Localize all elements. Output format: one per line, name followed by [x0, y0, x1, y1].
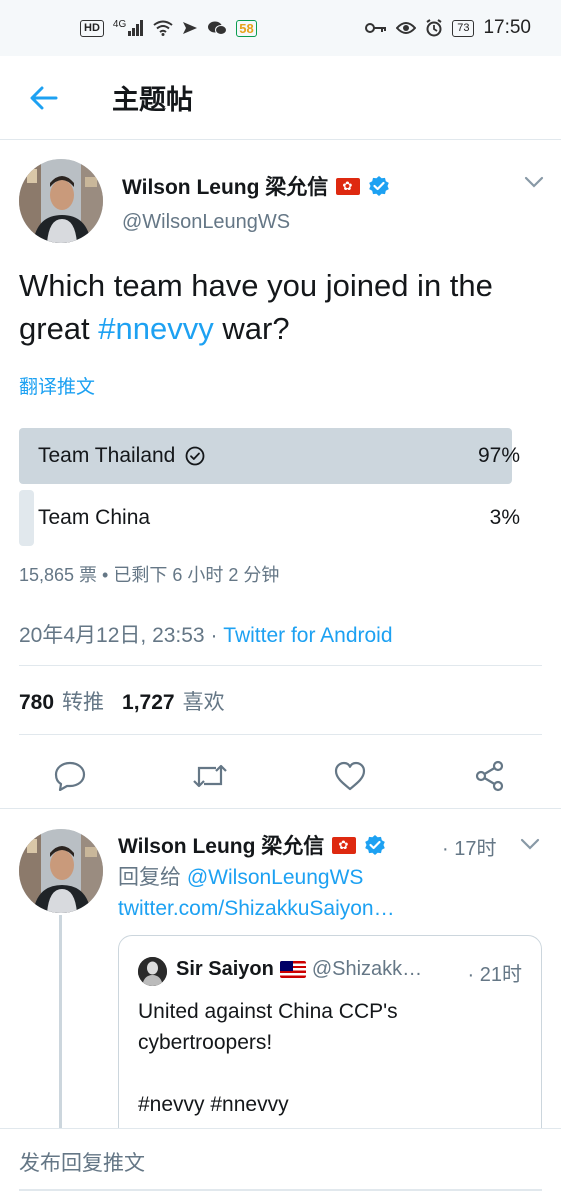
poll-bar — [19, 490, 35, 546]
tweet-text: Which team have you joined in the great … — [19, 264, 549, 350]
reply-button[interactable] — [50, 756, 90, 796]
quoted-author-name: Sir Saiyon — [176, 958, 274, 980]
retweet-icon — [193, 764, 227, 788]
wechat-icon — [208, 21, 228, 35]
quoted-author-avatar — [138, 957, 167, 986]
status-bar-right: 73 17:50 — [365, 17, 531, 39]
reply-icon — [54, 761, 86, 791]
reply-author-avatar[interactable] — [19, 829, 103, 913]
verified-badge-icon — [365, 835, 386, 855]
malaysia-flag-icon — [279, 961, 306, 978]
quoted-time: · 21时 — [467, 964, 522, 986]
retweets-label: 转推 — [62, 691, 105, 714]
top-app-bar: 主题帖 — [0, 56, 561, 140]
poll-option-percent: 97% — [477, 444, 520, 467]
reply-time: · 17时 — [442, 838, 497, 860]
back-arrow-icon — [30, 86, 58, 109]
clock: 17:50 — [483, 17, 531, 38]
signal-icon: 4G — [112, 19, 144, 36]
hd-indicator: HD — [80, 19, 104, 37]
poll-option-label: Team China — [38, 490, 150, 546]
share-icon — [475, 760, 504, 792]
key-icon — [365, 23, 387, 33]
tweet-actions — [0, 748, 561, 800]
alarm-icon — [426, 19, 442, 37]
likes-count: 1,727 — [122, 691, 175, 714]
reply-author-name: Wilson Leung 梁允信 — [118, 835, 325, 858]
author-handle[interactable]: @WilsonLeungWS — [122, 211, 290, 234]
avatar-photo-icon — [19, 829, 103, 913]
reply-options-chevron-icon[interactable] — [520, 837, 540, 851]
likes-stat[interactable]: 1,727 喜欢 — [122, 686, 225, 716]
battery-icon: 73 — [452, 19, 475, 37]
mention-link[interactable]: @WilsonLeungWS — [187, 866, 364, 889]
eye-icon — [396, 22, 417, 34]
status-bar-left: HD 4G 58 — [80, 19, 257, 37]
retweets-count: 780 — [19, 691, 55, 714]
back-button[interactable] — [14, 68, 74, 128]
poll-option-text: Team Thailand — [38, 444, 176, 467]
tweet-text-after: war? — [213, 311, 290, 346]
wifi-icon — [153, 20, 173, 36]
translate-tweet-link[interactable]: 翻译推文 — [19, 372, 95, 399]
poll-option-percent: 3% — [489, 506, 520, 529]
quoted-tweet[interactable]: Sir Saiyon @Shizakk… · 21时 United agains… — [118, 935, 542, 1145]
replying-to-prefix: 回复给 — [118, 866, 187, 889]
share-button[interactable] — [470, 756, 510, 796]
heart-icon — [334, 761, 366, 791]
tweet-datetime: 20年4月12日, 23:53 · — [19, 624, 224, 647]
quoted-text: United against China CCP's cybertroopers… — [138, 1000, 398, 1116]
author-name: Wilson Leung 梁允信 — [122, 176, 329, 199]
avatar-photo-icon — [138, 957, 167, 986]
poll-vote-count: 15,865 票 • 已剩下 6 小时 2 分钟 — [19, 565, 280, 585]
avatar-photo-icon — [19, 159, 103, 243]
likes-label: 喜欢 — [182, 691, 225, 714]
replying-to: 回复给 @WilsonLeungWS — [118, 861, 363, 891]
page-title: 主题帖 — [112, 85, 193, 115]
poll-option-text: Team China — [38, 506, 151, 529]
divider — [19, 734, 542, 735]
retweet-button[interactable] — [190, 756, 230, 796]
poll-option-team-china: Team China 3% — [19, 490, 527, 546]
reply-url-link[interactable]: twitter.com/ShizakkuSaiyon… — [118, 897, 395, 921]
retweets-stat[interactable]: 780 转推 — [19, 686, 104, 716]
author-name-row[interactable]: Wilson Leung 梁允信 — [122, 171, 390, 201]
reply-input[interactable] — [19, 1139, 542, 1191]
quoted-author-row: Sir Saiyon @Shizakk… — [176, 958, 422, 981]
network-type: 4G — [112, 19, 127, 30]
verified-badge-icon — [369, 176, 390, 196]
reply-author-name-row[interactable]: Wilson Leung 梁允信 — [118, 830, 386, 860]
status-bar: HD 4G 58 73 17:50 — [0, 0, 561, 56]
section-divider — [0, 808, 561, 809]
poll-option-team-thailand: Team Thailand 97% — [19, 428, 527, 484]
send-icon — [183, 22, 198, 34]
hong-kong-flag-icon — [332, 836, 357, 854]
author-avatar[interactable] — [19, 159, 103, 243]
tweet-stats: 780 转推 1,727 喜欢 — [19, 686, 225, 716]
poll-option-label: Team Thailand — [38, 428, 205, 484]
hong-kong-flag-icon — [336, 177, 361, 195]
tweet-source-link[interactable]: Twitter for Android — [223, 624, 392, 647]
tweet-timestamp: 20年4月12日, 23:53 · Twitter for Android — [19, 619, 393, 649]
divider — [19, 665, 542, 666]
hashtag-link[interactable]: #nnevvy — [98, 311, 213, 346]
like-button[interactable] — [330, 756, 370, 796]
app-badge-icon: 58 — [236, 19, 257, 37]
check-circle-icon — [185, 446, 205, 466]
quoted-author-handle: @Shizakk… — [311, 958, 423, 980]
reply-composer — [0, 1128, 561, 1200]
thread-line — [59, 915, 62, 1130]
tweet-options-chevron-icon[interactable] — [524, 175, 544, 189]
